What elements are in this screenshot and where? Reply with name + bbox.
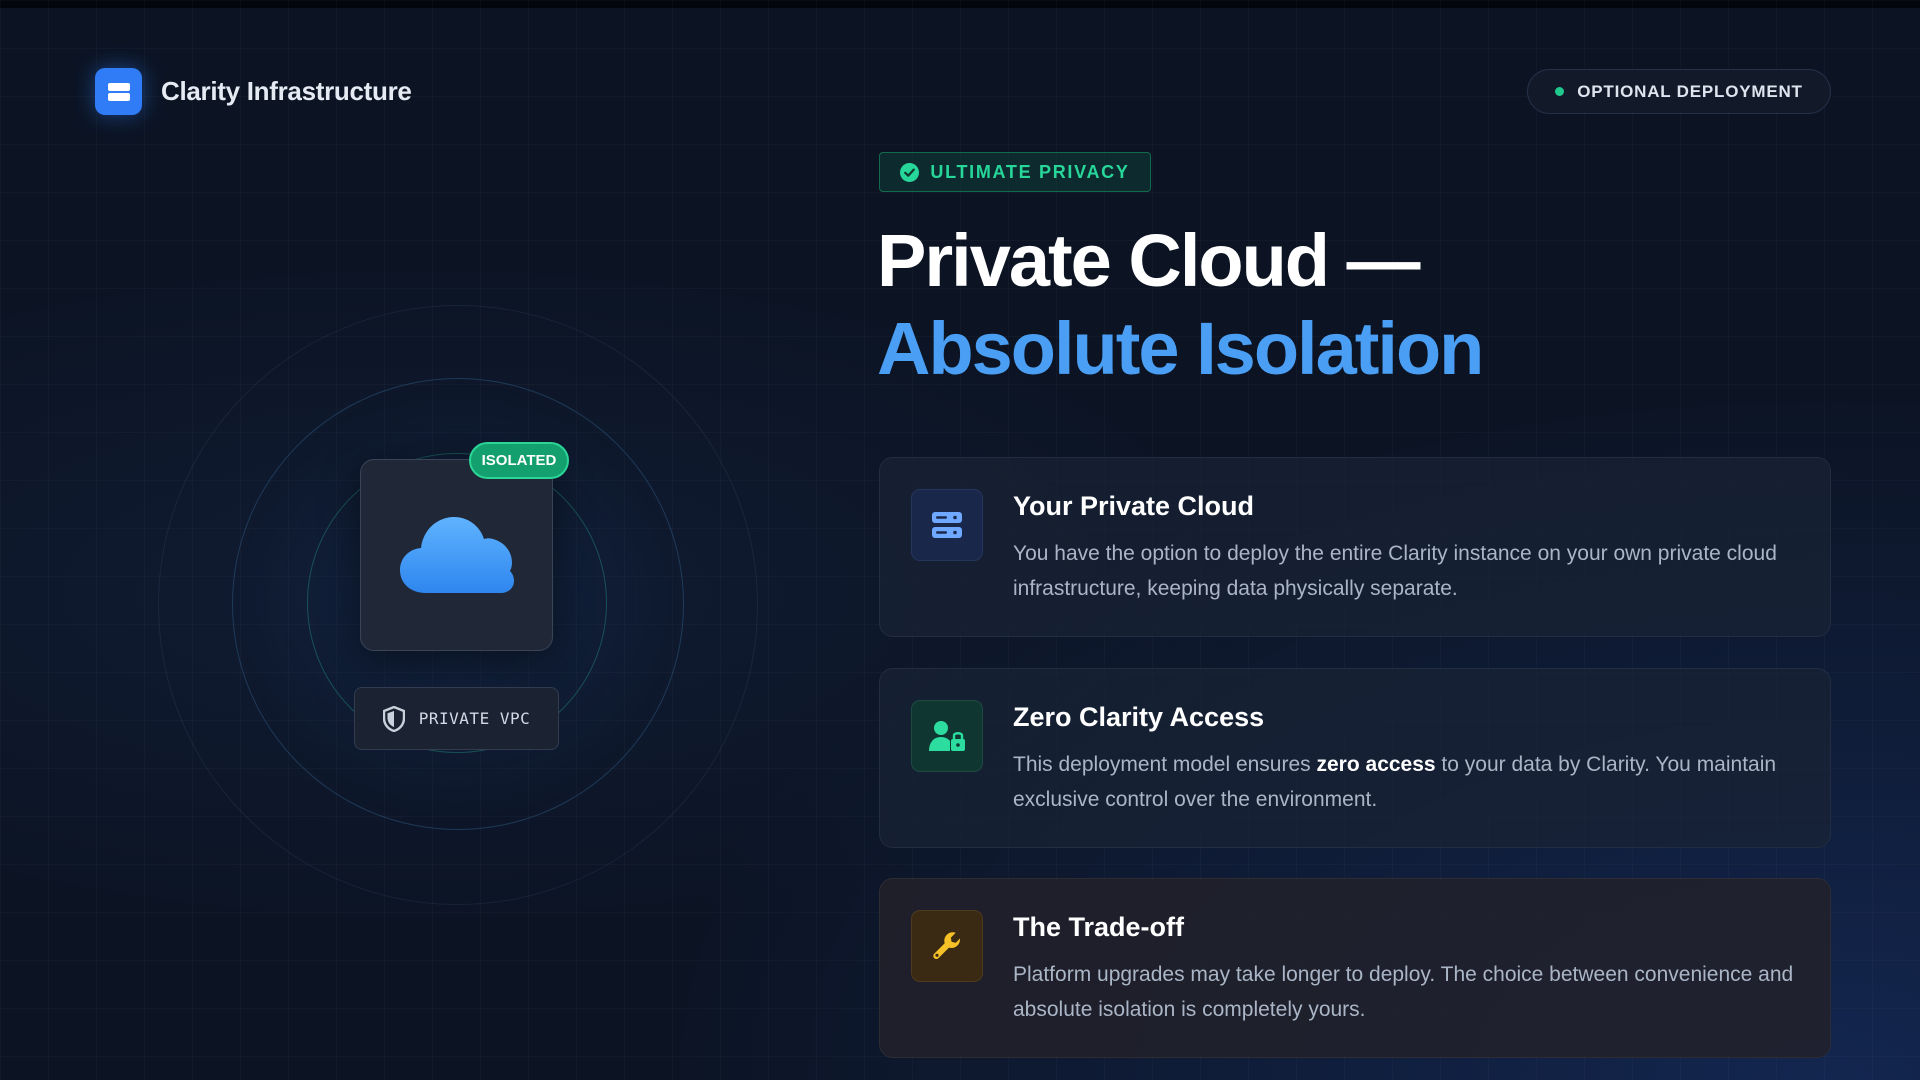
feature-card-private-cloud: Your Private Cloud You have the option t… (879, 457, 1831, 637)
ultimate-privacy-tag: ULTIMATE PRIVACY (879, 152, 1151, 192)
feature-description: This deployment model ensures zero acces… (1013, 747, 1803, 817)
feature-description: You have the option to deploy the entire… (1013, 542, 1777, 600)
wrench-icon (911, 910, 983, 982)
user-lock-icon (911, 700, 983, 772)
cloud-icon (399, 517, 514, 593)
private-cloud-card (360, 459, 553, 651)
page-title: Private Cloud — (877, 219, 1421, 302)
vpc-label: PRIVATE VPC (418, 709, 531, 728)
server-icon (911, 489, 983, 561)
status-dot (1555, 87, 1565, 96)
feature-card-zero-access: Zero Clarity Access This deployment mode… (879, 668, 1831, 848)
feature-title: The Trade-off (1013, 912, 1185, 942)
feature-title: Your Private Cloud (1013, 491, 1255, 521)
description-emphasis: zero access (1316, 753, 1436, 776)
brand: Clarity Infrastructure (95, 68, 412, 115)
deployment-badge-label: OPTIONAL DEPLOYMENT (1577, 81, 1803, 101)
brand-name: Clarity Infrastructure (161, 76, 412, 106)
shield-icon (382, 705, 405, 732)
isolated-badge: ISOLATED (469, 442, 569, 479)
feature-description: Platform upgrades may take longer to dep… (1013, 963, 1794, 1021)
feature-title: Zero Clarity Access (1013, 702, 1265, 732)
private-vpc-label: PRIVATE VPC (354, 687, 559, 750)
feature-card-trade-off: The Trade-off Platform upgrades may take… (879, 878, 1831, 1058)
privacy-tag-label: ULTIMATE PRIVACY (930, 161, 1130, 182)
page-title-accent: Absolute Isolation (877, 307, 1484, 390)
check-circle-icon (900, 162, 920, 182)
optional-deployment-badge: OPTIONAL DEPLOYMENT (1527, 69, 1831, 114)
server-stack-icon (95, 68, 142, 115)
description-text: This deployment model ensures (1013, 753, 1317, 776)
